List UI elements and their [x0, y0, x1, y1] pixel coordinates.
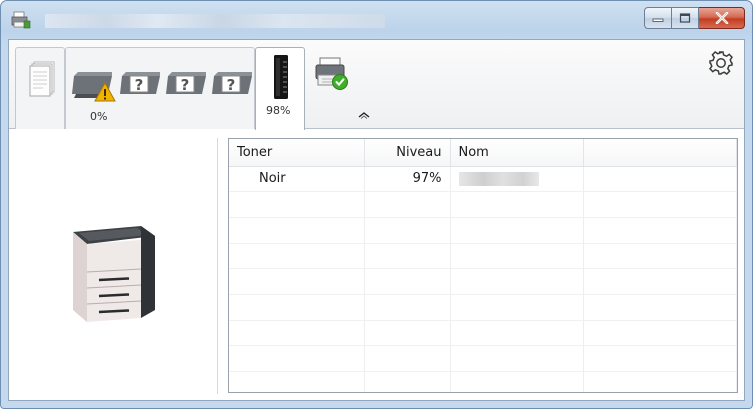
table-row — [229, 243, 737, 270]
table-row — [229, 345, 737, 372]
table-row — [229, 371, 737, 392]
printer-status-window: ? ? ? 0% 98% Toner Niveau Nom Noir 97% — [0, 0, 753, 409]
toner-table: Toner Niveau Nom Noir 97% — [228, 138, 738, 393]
toner-cell: Noir — [229, 166, 365, 193]
minimize-button[interactable] — [644, 7, 672, 29]
gear-icon[interactable] — [708, 50, 734, 76]
tab-toner[interactable]: 98% — [255, 47, 305, 130]
status-tabs-bar: ? ? ? 0% 98% — [9, 40, 744, 130]
table-row[interactable]: Noir 97% — [229, 166, 737, 193]
printer-image — [73, 226, 155, 322]
status-body: Toner Niveau Nom Noir 97% — [9, 130, 744, 400]
niveau-cell: 97% — [364, 166, 451, 193]
svg-text:?: ? — [227, 76, 236, 94]
column-header-toner[interactable]: Toner — [229, 139, 365, 167]
toner-cartridge-icon — [274, 55, 288, 99]
printer-ready-icon — [315, 57, 348, 90]
maximize-button[interactable] — [672, 7, 699, 29]
column-header-niveau[interactable]: Niveau — [364, 139, 451, 167]
collapse-icon[interactable] — [357, 110, 371, 120]
svg-text:?: ? — [181, 76, 190, 94]
svg-text:?: ? — [135, 76, 144, 94]
maximize-icon — [679, 13, 691, 23]
minimize-icon — [652, 18, 664, 22]
column-header-extra[interactable] — [583, 139, 737, 167]
client-area: ? ? ? 0% 98% Toner Niveau Nom Noir 97% — [8, 39, 745, 401]
table-row — [229, 217, 737, 244]
pane-splitter[interactable] — [217, 138, 219, 394]
window-controls — [644, 7, 745, 29]
documents-stack-icon — [29, 61, 55, 97]
tab-paper[interactable]: ? ? ? 0% — [65, 47, 255, 129]
table-row — [229, 191, 737, 218]
toner-level-label: 98% — [266, 104, 291, 117]
column-header-nom[interactable]: Nom — [450, 139, 584, 167]
nom-redacted — [458, 171, 539, 186]
window-title — [45, 14, 385, 28]
paper-level-label: 0% — [90, 110, 108, 123]
table-row — [229, 294, 737, 321]
extra-cell — [583, 166, 737, 193]
printer-app-icon — [11, 11, 31, 29]
title-bar[interactable] — [1, 1, 752, 39]
table-row — [229, 268, 737, 295]
tab-device[interactable] — [305, 47, 355, 129]
close-button[interactable] — [699, 7, 745, 29]
close-icon — [715, 12, 728, 24]
tab-jobs[interactable] — [15, 47, 65, 129]
nom-cell — [450, 166, 584, 193]
table-row — [229, 320, 737, 347]
warning-icon — [94, 82, 116, 102]
table-header-row: Toner Niveau Nom — [229, 139, 737, 167]
